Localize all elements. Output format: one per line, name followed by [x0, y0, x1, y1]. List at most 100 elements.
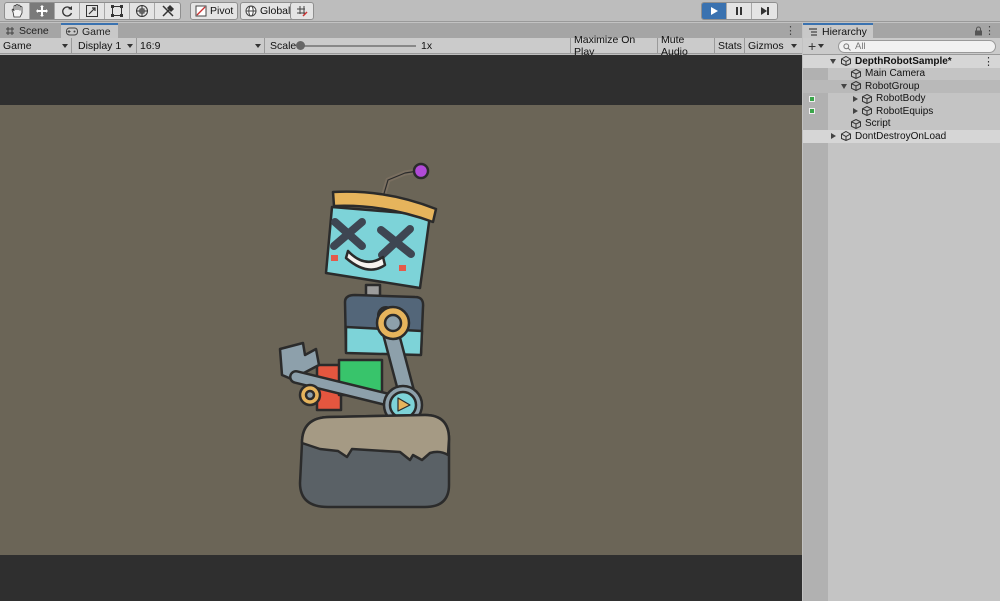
hierarchy-item-label: RobotBody [876, 93, 926, 105]
hierarchy-item-robotbody[interactable]: RobotBody [803, 93, 1000, 106]
scale-slider-track[interactable] [299, 44, 416, 47]
mute-audio-label: Mute Audio [661, 33, 688, 58]
play-button[interactable] [702, 3, 727, 19]
lock-icon[interactable] [974, 26, 983, 36]
chevron-down-icon [791, 43, 797, 48]
globe-icon [245, 5, 257, 17]
hierarchy-item-dontdestroyonload[interactable]: DontDestroyOnLoad [803, 130, 1000, 143]
gameobject-cube-icon [851, 118, 861, 129]
transform-tools [4, 2, 181, 20]
hierarchy-item-label: RobotEquips [876, 105, 934, 117]
custom-tool-button[interactable] [155, 3, 180, 19]
gizmos-dropdown[interactable]: Gizmos [745, 38, 800, 54]
visibility-indicator[interactable] [809, 108, 815, 114]
mute-audio-toggle[interactable]: Mute Audio [658, 34, 715, 58]
hand-tool-button[interactable] [5, 3, 30, 19]
stats-label: Stats [718, 39, 742, 52]
gameobject-cube-icon [862, 93, 872, 104]
tab-game[interactable]: Game [61, 23, 118, 38]
scale-slider-handle[interactable] [296, 40, 305, 50]
tab-game-label: Game [82, 25, 111, 38]
hierarchy-item-robotgroup[interactable]: RobotGroup [803, 80, 1000, 93]
custom-tool-icon [161, 4, 174, 17]
gameobject-cube-icon [851, 68, 861, 79]
display-mode-dropdown[interactable]: Game [0, 37, 72, 54]
plus-icon: + [808, 38, 817, 54]
hierarchy-panel: Hierarchy ⋮ + All DepthRobotSample* ⋮ Ma… [803, 23, 1000, 601]
create-dropdown[interactable]: + [808, 38, 825, 54]
global-toggle[interactable]: Global [240, 2, 296, 20]
game-view-toolbar: Game Display 1 16:9 Scale 1x Maximize On… [0, 34, 802, 58]
gizmos-label: Gizmos [748, 39, 784, 52]
main-toolbar: Pivot Global [0, 0, 1000, 22]
aspect-dropdown[interactable]: 16:9 [137, 37, 265, 54]
game-panel: Scene Game ⋮ Game Display 1 16:9 Scale 1… [0, 23, 802, 601]
grid-snap-button[interactable] [290, 2, 314, 20]
game-render-area[interactable] [0, 105, 802, 555]
step-button[interactable] [752, 3, 777, 19]
expand-arrow-icon[interactable] [831, 133, 836, 140]
expand-arrow-icon[interactable] [853, 95, 858, 102]
display-value: Display 1 [78, 39, 122, 52]
game-viewport[interactable] [0, 55, 802, 601]
hierarchy-item-robotequips[interactable]: RobotEquips [803, 105, 1000, 118]
maximize-on-play-label: Maximize On Play [574, 33, 636, 58]
scale-tool-button[interactable] [80, 3, 105, 19]
hierarchy-list-icon [809, 27, 817, 36]
move-tool-icon [36, 5, 48, 17]
rotate-tool-button[interactable] [55, 3, 80, 19]
hierarchy-menu-icon[interactable]: ⋮ [984, 24, 995, 37]
display-mode-value: Game [3, 39, 32, 52]
stats-toggle[interactable]: Stats [715, 37, 745, 54]
pause-button[interactable] [727, 3, 752, 19]
hierarchy-item-label: DepthRobotSample* [855, 55, 952, 67]
chevron-down-icon [818, 44, 825, 48]
scene-menu-icon[interactable]: ⋮ [983, 55, 994, 68]
display-dropdown[interactable]: Display 1 [72, 37, 137, 54]
move-tool-button[interactable] [30, 3, 55, 19]
gamepad-icon [66, 27, 78, 36]
pivot-toggle[interactable]: Pivot [190, 2, 239, 20]
hierarchy-item-script[interactable]: Script [803, 118, 1000, 131]
chevron-down-icon [62, 43, 68, 48]
scale-tool-icon [86, 5, 98, 17]
aspect-value: 16:9 [140, 39, 161, 52]
transform-tool-button[interactable] [130, 3, 155, 19]
visibility-indicator[interactable] [809, 95, 815, 102]
tab-hierarchy[interactable]: Hierarchy [803, 23, 873, 38]
maximize-on-play-toggle[interactable]: Maximize On Play [570, 34, 658, 58]
hierarchy-item-depthrobotsample[interactable]: DepthRobotSample* ⋮ [803, 55, 1000, 68]
rect-tool-icon [111, 5, 123, 17]
pivot-icon [195, 5, 207, 17]
hierarchy-title: Hierarchy [822, 25, 867, 38]
hierarchy-tab-bar: Hierarchy ⋮ [803, 23, 1000, 38]
hierarchy-search-input[interactable]: All [838, 40, 996, 53]
chevron-down-icon [127, 43, 133, 48]
gameobject-cube-icon [862, 106, 872, 117]
hierarchy-item-main-camera[interactable]: Main Camera [803, 68, 1000, 81]
rotate-tool-icon [62, 6, 73, 17]
gameobject-cube-icon [851, 81, 861, 92]
rect-tool-button[interactable] [105, 3, 130, 19]
step-icon [760, 7, 769, 15]
scale-control: Scale 1x [265, 38, 570, 54]
chevron-down-icon [255, 43, 261, 48]
unity-scene-icon [841, 56, 851, 67]
hierarchy-item-label: RobotGroup [865, 80, 920, 92]
expand-arrow-icon[interactable] [841, 83, 847, 89]
scale-label: Scale [270, 39, 297, 52]
hierarchy-item-label: Main Camera [865, 68, 926, 80]
tab-scene[interactable]: Scene [0, 23, 60, 38]
panel-menu-icon[interactable]: ⋮ [785, 24, 796, 37]
expand-arrow-icon[interactable] [853, 108, 858, 115]
scale-value: 1x [421, 39, 433, 52]
transform-tool-icon [136, 5, 148, 17]
pause-icon [736, 7, 742, 15]
expand-arrow-icon[interactable] [830, 58, 836, 64]
hierarchy-item-label: DontDestroyOnLoad [855, 130, 947, 142]
hierarchy-item-label: Script [865, 118, 891, 130]
scene-grid-icon [6, 26, 14, 35]
global-label: Global [260, 5, 291, 17]
play-icon [711, 7, 718, 15]
hierarchy-search-bar: + All [803, 38, 1000, 55]
